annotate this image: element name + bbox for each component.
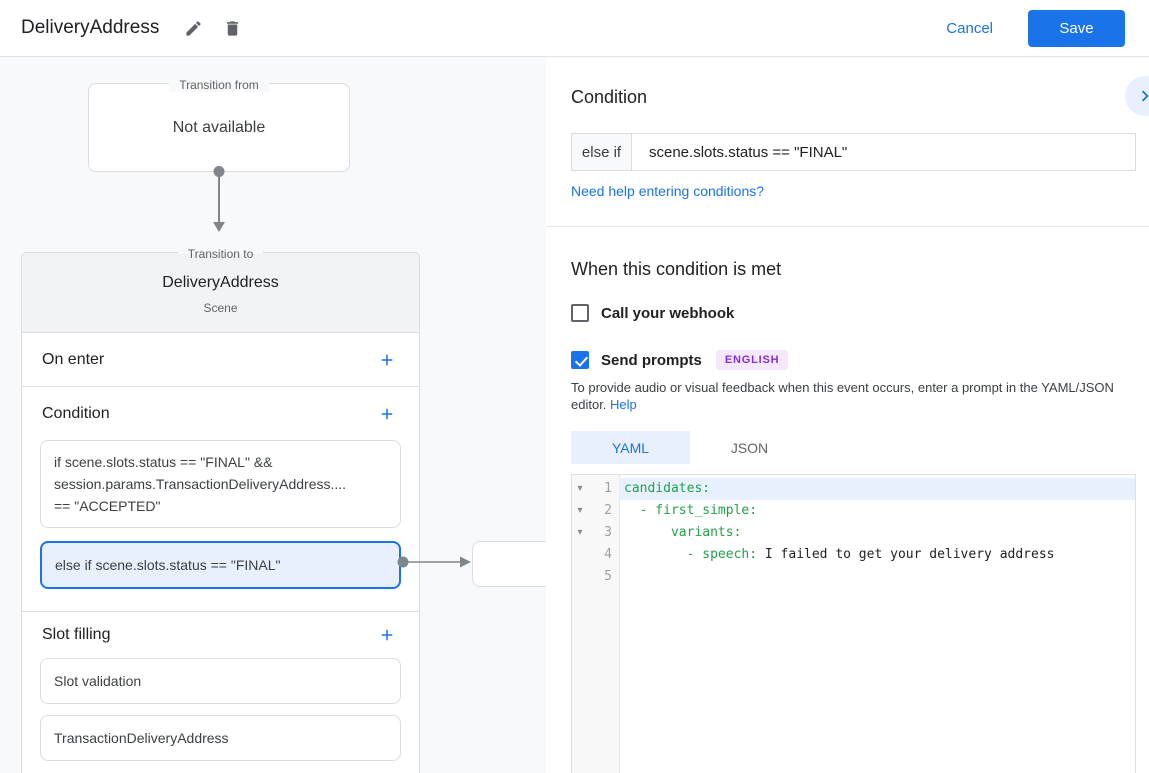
condition-section-label: Condition <box>42 404 110 422</box>
send-prompts-label: Send prompts <box>601 351 702 369</box>
connector-arrow-icon <box>397 556 471 568</box>
condition-section: Condition if scene.slots.status == "FINA… <box>22 387 419 612</box>
pencil-icon <box>184 19 203 38</box>
add-condition-button[interactable] <box>375 402 399 426</box>
yaml-code-editor[interactable]: ▾ 1 candidates: ▾ 2 - first_simple: ▾ 3 … <box>571 474 1136 773</box>
on-enter-label: On enter <box>42 350 105 368</box>
add-slot-button[interactable] <box>375 623 399 647</box>
line-number: 3 <box>604 525 612 540</box>
slot-filling-label: Slot filling <box>42 626 111 643</box>
fold-icon <box>572 566 588 588</box>
scene-node-card: Transition to DeliveryAddress Scene On e… <box>21 247 420 773</box>
code-line[interactable]: ▾ 2 - first_simple: <box>572 500 1135 522</box>
code-line[interactable]: ▾ 3 variants: <box>572 522 1135 544</box>
plus-icon <box>378 405 396 423</box>
line-number: 1 <box>604 481 612 496</box>
fold-icon[interactable]: ▾ <box>572 478 588 500</box>
collapse-panel-button[interactable] <box>1125 76 1149 116</box>
slot-filling-section: Slot filling Slot validation Transaction… <box>22 612 419 773</box>
scene-node-header[interactable]: DeliveryAddress Scene <box>22 253 419 333</box>
code-line[interactable]: 5 <box>572 566 1135 588</box>
slot-item-transaction-delivery-address[interactable]: TransactionDeliveryAddress <box>40 715 401 761</box>
send-prompts-row[interactable]: Send prompts ENGLISH <box>571 350 1136 370</box>
line-number: 4 <box>604 547 612 562</box>
editor-tabs: YAML JSON <box>571 431 1136 464</box>
webhook-label: Call your webhook <box>601 304 735 322</box>
transition-from-value: Not available <box>172 118 266 136</box>
tab-json[interactable]: JSON <box>690 431 809 464</box>
line-number: 5 <box>604 569 612 584</box>
plus-icon <box>378 351 396 369</box>
call-webhook-row[interactable]: Call your webhook <box>571 304 1136 322</box>
trash-icon <box>223 19 242 38</box>
save-button[interactable]: Save <box>1028 9 1125 47</box>
page-title: DeliveryAddress <box>21 17 160 38</box>
scene-diagram-panel: Transition from Not available Transition… <box>0 57 546 773</box>
condition-expression-input[interactable] <box>632 134 1135 170</box>
conditions-help-link[interactable]: Need help entering conditions? <box>571 183 764 199</box>
delete-scene-button[interactable] <box>220 16 244 40</box>
arrow-down-icon <box>213 166 225 232</box>
webhook-checkbox[interactable] <box>571 304 589 322</box>
fold-icon[interactable]: ▾ <box>572 500 588 522</box>
transition-from-node: Transition from Not available <box>88 78 350 172</box>
editor-hint-text: To provide audio or visual feedback when… <box>571 380 1114 412</box>
tab-yaml[interactable]: YAML <box>571 431 690 464</box>
code-line[interactable]: ▾ 1 candidates: <box>572 478 1135 500</box>
add-on-enter-button[interactable] <box>375 348 399 372</box>
condition-prefix-label: else if <box>572 134 632 170</box>
cancel-button[interactable]: Cancel <box>946 20 993 37</box>
language-badge: ENGLISH <box>715 350 789 370</box>
code-line[interactable]: 4 - speech: I failed to get your deliver… <box>572 544 1135 566</box>
edit-title-button[interactable] <box>181 16 205 40</box>
scene-name: DeliveryAddress <box>162 274 279 291</box>
fold-icon[interactable]: ▾ <box>572 522 588 544</box>
transition-target-node[interactable] <box>472 541 546 587</box>
hint-help-link[interactable]: Help <box>610 397 637 412</box>
condition-item-elseif-selected[interactable]: else if scene.slots.status == "FINAL" <box>40 541 401 589</box>
on-enter-row: On enter <box>22 333 419 387</box>
slot-item-validation[interactable]: Slot validation <box>40 658 401 704</box>
transition-from-legend: Transition from <box>89 76 349 94</box>
condition-expression-row: else if <box>571 133 1136 171</box>
fold-icon <box>572 544 588 566</box>
chevron-right-icon <box>1134 85 1149 107</box>
send-prompts-checkbox[interactable] <box>571 351 589 369</box>
top-header: DeliveryAddress Cancel Save <box>0 0 1149 57</box>
plus-icon <box>378 626 396 644</box>
scene-type-label: Scene <box>203 301 238 315</box>
condition-detail-panel: Condition else if Need help entering con… <box>546 57 1149 773</box>
line-number: 2 <box>604 503 612 518</box>
when-met-title: When this condition is met <box>571 259 782 279</box>
panel-divider <box>546 226 1149 227</box>
panel-title: Condition <box>571 87 648 107</box>
condition-item-if[interactable]: if scene.slots.status == "FINAL" && sess… <box>40 440 401 528</box>
